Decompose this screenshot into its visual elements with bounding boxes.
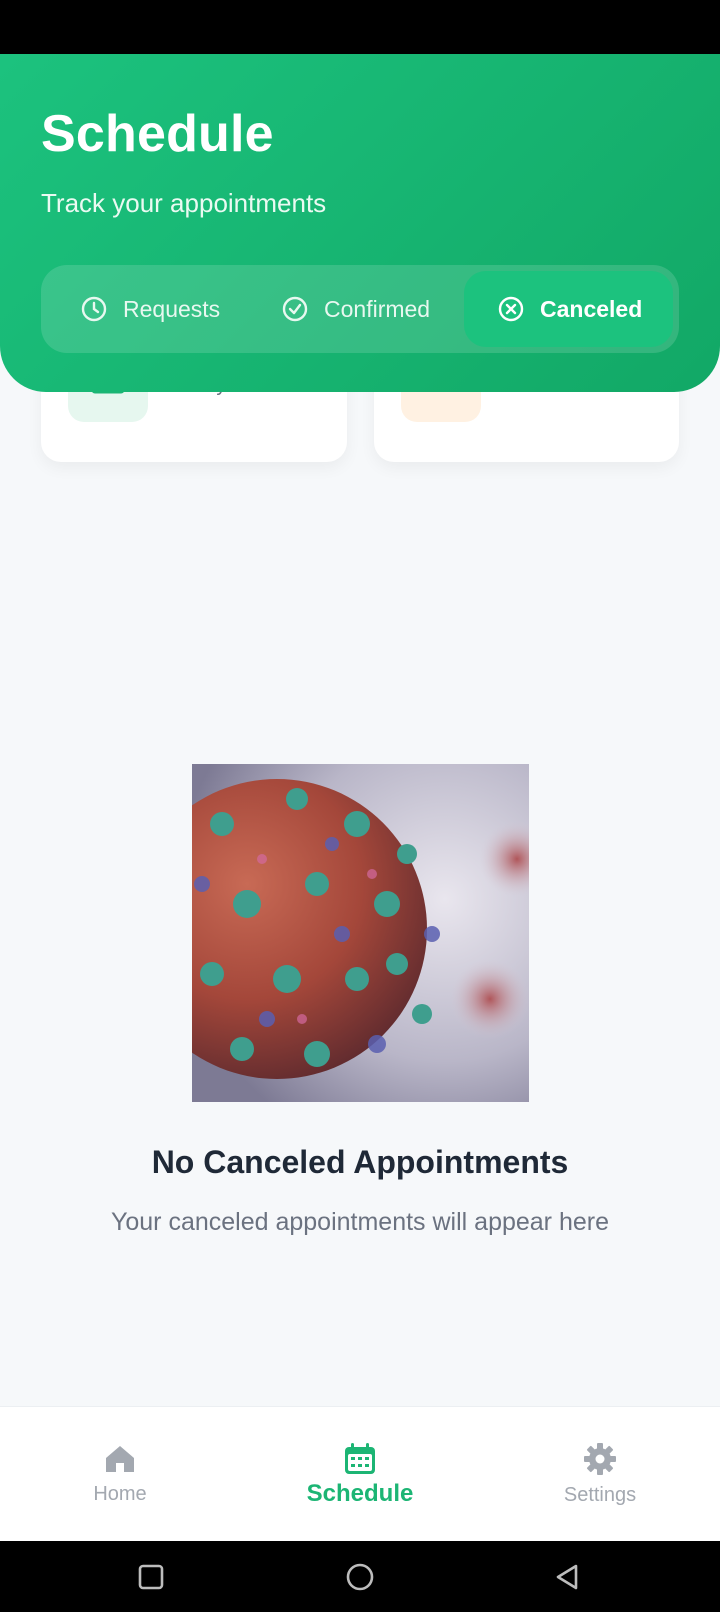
tab-confirmed-label: Confirmed	[324, 295, 431, 322]
nav-label-schedule: Schedule	[306, 1479, 414, 1507]
tab-canceled[interactable]: Canceled	[464, 271, 673, 347]
back-triangle-icon	[556, 1564, 578, 1589]
gear-icon	[584, 1443, 616, 1475]
nav-item-settings[interactable]: Settings	[540, 1407, 660, 1542]
calendar-icon	[345, 1442, 375, 1474]
tab-requests[interactable]: Requests	[81, 265, 220, 353]
bottom-nav: Home Schedule Settings	[0, 1406, 720, 1542]
tab-confirmed[interactable]: Confirmed	[282, 265, 430, 353]
clock-icon	[81, 296, 107, 322]
system-nav-bar	[0, 1541, 720, 1612]
page-subtitle: Track your appointments	[41, 188, 327, 218]
empty-state-image	[192, 764, 529, 1102]
nav-item-home[interactable]: Home	[60, 1407, 180, 1542]
empty-state-title: No Canceled Appointments	[151, 1144, 569, 1180]
system-home-button[interactable]	[320, 1541, 400, 1612]
x-circle-icon	[498, 296, 524, 322]
nav-label-home: Home	[93, 1483, 147, 1505]
nav-label-settings: Settings	[563, 1484, 637, 1506]
circle-icon	[346, 1563, 374, 1590]
empty-state-subtitle: Your canceled appointments will appear h…	[110, 1208, 609, 1236]
schedule-header: Schedule Track your appointments Request…	[0, 54, 720, 392]
tab-canceled-label: Canceled	[540, 295, 643, 322]
check-circle-icon	[282, 296, 308, 322]
home-icon	[106, 1446, 134, 1472]
appointment-tabs: Requests Confirmed Canceled	[41, 265, 679, 353]
status-bar	[0, 0, 720, 54]
nav-item-schedule[interactable]: Schedule	[290, 1407, 430, 1542]
square-icon	[138, 1564, 164, 1589]
back-button[interactable]	[527, 1541, 607, 1612]
tab-requests-label: Requests	[123, 295, 221, 322]
page-title: Schedule	[41, 105, 274, 163]
recents-button[interactable]	[111, 1541, 191, 1612]
